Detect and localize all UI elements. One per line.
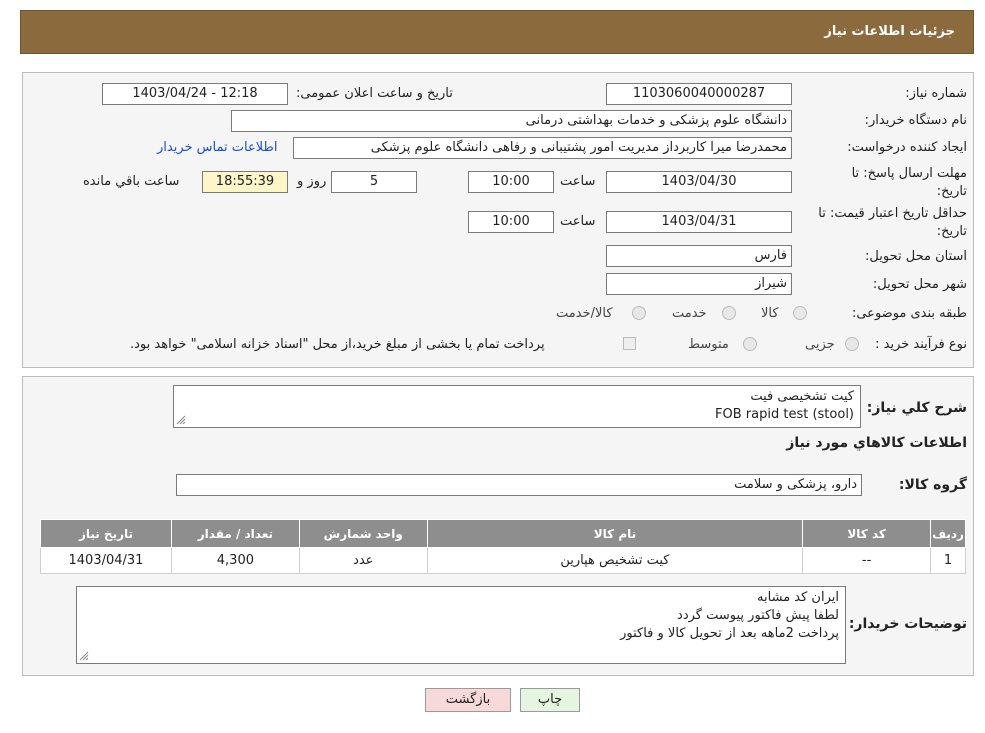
col-row-number: رديف (930, 519, 966, 548)
table-row: 1 -- کیت تشخیص هپارین عدد 4,300 1403/04/… (40, 547, 966, 574)
validity-date-field: 1403/04/31 (606, 211, 792, 233)
process-label: نوع فرآیند خرید : (875, 337, 967, 352)
col-item-code: کد کالا (802, 519, 932, 548)
deadline-label: مهلت ارسال پاسخ: تا (851, 166, 967, 181)
announce-datetime-field: 1403/04/24 - 12:18 (102, 83, 288, 105)
creator-field: محمدرضا میرا کاربرداز مدیریت امور پشتیبا… (293, 137, 792, 159)
category-goods-service-label: کالا/خدمت (556, 306, 613, 321)
back-button[interactable]: بازگشت (425, 688, 511, 712)
need-number-field: 1103060040000287 (606, 83, 792, 105)
general-desc-line-2: FOB rapid test (stool) (715, 407, 854, 422)
buyer-notes-line-1: ایران کد مشابه (757, 590, 839, 605)
need-number-label: شماره نیاز: (905, 86, 967, 101)
city-field: شیراز (606, 273, 792, 295)
page-header: جزئیات اطلاعات نیاز (20, 10, 974, 54)
goods-info-title: اطلاعات کالاهاي مورد نياز (786, 435, 967, 451)
category-service-label: خدمت (672, 306, 707, 321)
cell-quantity: 4,300 (170, 547, 300, 574)
validity-label: حداقل تاریخ اعتبار قیمت: تا (818, 206, 967, 221)
treasury-payment-checkbox[interactable] (623, 337, 636, 350)
general-desc-textarea[interactable]: کیت تشخیصی فیت FOB rapid test (stool) (173, 385, 861, 428)
city-label: شهر محل تحویل: (872, 277, 967, 292)
days-label: روز و (297, 174, 327, 189)
items-table: رديف کد کالا نام کالا واحد شمارش تعداد /… (40, 519, 966, 574)
cell-unit: عدد (298, 547, 428, 574)
cell-item-name: کیت تشخیص هپارین (426, 547, 804, 574)
col-quantity: تعداد / مقدار (170, 519, 300, 548)
category-service-radio[interactable] (722, 306, 736, 320)
process-partial-label: جزیی (805, 337, 835, 352)
process-medium-label: متوسط (688, 337, 729, 352)
process-medium-radio[interactable] (743, 337, 757, 351)
remaining-label: ساعت باقي مانده (83, 174, 180, 189)
deadline-date-field: 1403/04/30 (606, 171, 792, 193)
category-goods-service-radio[interactable] (632, 306, 646, 320)
province-label: استان محل تحویل: (865, 249, 967, 264)
col-item-name: نام کالا (426, 519, 804, 548)
cell-row-number: 1 (930, 547, 966, 574)
page-title: جزئیات اطلاعات نیاز (824, 24, 955, 39)
validity-label-date: تاریخ: (936, 224, 967, 239)
print-button[interactable]: چاپ (520, 688, 580, 712)
treasury-payment-note: پرداخت تمام یا بخشی از مبلغ خرید،از محل … (130, 337, 545, 352)
buyer-notes-textarea[interactable]: ایران کد مشابه لطفا پیش فاکتور پیوست گرد… (76, 586, 846, 664)
validity-time-field: 10:00 (468, 211, 554, 233)
table-header-row: رديف کد کالا نام کالا واحد شمارش تعداد /… (40, 519, 966, 548)
category-label: طبقه بندی موضوعی: (851, 306, 967, 321)
goods-group-field: دارو، پزشکی و سلامت (176, 474, 862, 496)
buyer-org-label: نام دستگاه خریدار: (864, 113, 967, 128)
buyer-notes-line-3: پرداخت 2ماهه بعد از تحویل کالا و فاکتور (620, 626, 839, 641)
deadline-time-label: ساعت (560, 174, 596, 189)
col-need-date: تاريخ نياز (40, 519, 172, 548)
buyer-notes-label: توضيحات خريدار: (848, 616, 967, 632)
remaining-days-field: 5 (331, 171, 417, 193)
remaining-time-field: 18:55:39 (202, 171, 288, 193)
resize-grip-icon[interactable] (79, 651, 89, 661)
cell-need-date: 1403/04/31 (40, 547, 172, 574)
resize-grip-icon[interactable] (176, 415, 186, 425)
buyer-org-field: دانشگاه علوم پزشکی و خدمات بهداشتی درمان… (231, 110, 792, 132)
general-desc-label: شرح کلي نياز: (866, 400, 967, 416)
col-unit: واحد شمارش (298, 519, 428, 548)
goods-group-label: گروه کالا: (898, 477, 967, 493)
buyer-contact-link[interactable]: اطلاعات تماس خریدار (157, 140, 277, 155)
deadline-time-field: 10:00 (468, 171, 554, 193)
general-desc-line-1: کیت تشخیصی فیت (750, 389, 854, 404)
validity-time-label: ساعت (560, 214, 596, 229)
announce-label: تاریخ و ساعت اعلان عمومی: (296, 86, 453, 101)
province-field: فارس (606, 245, 792, 267)
process-partial-radio[interactable] (845, 337, 859, 351)
cell-item-code: -- (802, 547, 932, 574)
category-goods-radio[interactable] (793, 306, 807, 320)
buyer-notes-line-2: لطفا پیش فاکتور پیوست گردد (677, 608, 839, 623)
deadline-label-date: تاریخ: (936, 184, 967, 199)
creator-label: ایجاد کننده درخواست: (847, 140, 967, 155)
category-goods-label: کالا (761, 306, 779, 321)
